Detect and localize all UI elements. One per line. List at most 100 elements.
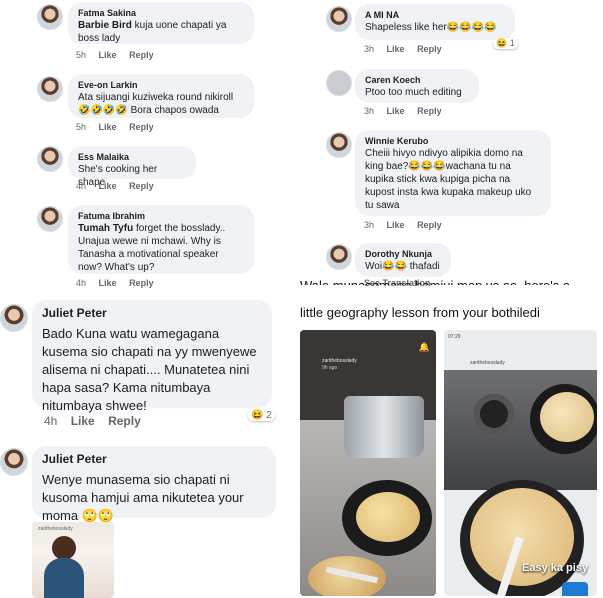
reply-link[interactable]: Reply <box>129 122 154 132</box>
comment-text: Barbie Bird kuja uone chapati ya boss la… <box>78 19 244 45</box>
comment-ess-malaika: Ess Malaika She's cooking her shape 4h L… <box>0 143 290 195</box>
avatar[interactable] <box>37 4 63 30</box>
like-link[interactable]: Like <box>99 181 117 191</box>
comment-author[interactable]: Winnie Kerubo <box>365 135 541 147</box>
story-photo-left[interactable]: zarithebosslady 9h ago 🔔 <box>300 330 436 596</box>
person-figure <box>52 536 76 560</box>
comment-bubble: Eve-on Larkin Ata sijuangi kuziweka roun… <box>68 74 254 118</box>
reply-link[interactable]: Reply <box>417 44 442 54</box>
comment-meta: 3h Like Reply <box>364 220 452 230</box>
comment-bubble: Ess Malaika She's cooking her shape <box>68 146 196 188</box>
like-link[interactable]: Like <box>387 106 405 116</box>
comment-caren-koech: Caren Koech Ptoo too much editing 3h Lik… <box>300 66 603 120</box>
comment-meta: 4h Like Reply <box>76 278 164 288</box>
comment-meta: 5h Like Reply <box>76 50 164 60</box>
comment-text: Wenye munasema sio chapati ni kusoma ham… <box>42 472 244 523</box>
avatar[interactable] <box>0 304 28 332</box>
comment-meta: 3h Like Reply <box>364 106 452 116</box>
comment-bubble: Dorothy Nkunja Woi😂😂 thafadi <box>355 243 451 277</box>
chapati-in-pan <box>356 492 420 542</box>
comment-juliet-peter-1: Juliet Peter Bado Kuna watu wamegagana k… <box>0 296 290 434</box>
mention-link[interactable]: Tumah Tyfu <box>78 223 133 234</box>
avatar[interactable] <box>37 76 63 102</box>
burner <box>474 394 514 434</box>
reaction-count-badge[interactable]: 😆 2 <box>248 410 275 421</box>
comment-bubble: Caren Koech Ptoo too much editing <box>355 69 479 103</box>
chapati-in-pan <box>540 392 594 442</box>
blue-mug <box>562 582 588 596</box>
like-link[interactable]: Like <box>71 414 95 428</box>
comment-bubble: Juliet Peter Bado Kuna watu wamegagana k… <box>32 300 272 413</box>
avatar[interactable] <box>0 448 28 476</box>
comment-author[interactable]: Juliet Peter <box>42 452 266 467</box>
comment-time: 3h <box>364 220 375 230</box>
post-caption: little geography lesson from your bothil… <box>300 305 540 320</box>
comment-author[interactable]: Caren Koech <box>365 74 469 86</box>
avatar[interactable] <box>326 132 352 158</box>
comment-author[interactable]: Fatma Sakina <box>78 7 244 19</box>
comment-text: Woi😂😂 thafadi <box>365 261 440 272</box>
thumb-username: zarithebosslady <box>38 526 73 532</box>
avatar[interactable] <box>326 70 352 96</box>
reaction-count-badge[interactable]: 😆 1 <box>493 38 518 49</box>
like-link[interactable]: Like <box>99 278 117 288</box>
comment-text: Ata sijuangi kuziweka round nikiroll 🤣🤣🤣… <box>78 92 234 116</box>
avatar[interactable] <box>326 6 352 32</box>
comment-author[interactable]: A MI NA <box>365 9 505 21</box>
comment-time: 3h <box>364 106 375 116</box>
comment-text: Tumah Tyfu forget the bosslady.. Unajua … <box>78 222 244 274</box>
story-time: 9h ago <box>322 365 338 371</box>
mention-link[interactable]: Barbie Bird <box>78 20 132 31</box>
comment-bubble: Juliet Peter Wenye munasema sio chapati … <box>32 446 276 523</box>
comment-author[interactable]: Juliet Peter <box>42 306 262 321</box>
comment-author[interactable]: Dorothy Nkunja <box>365 248 441 260</box>
right-top-comments-panel: A MI NA Shapeless like her😂😂😂😂 😆 1 3h Li… <box>300 0 603 292</box>
reply-link[interactable]: Reply <box>129 181 154 191</box>
comment-text: Shapeless like her😂😂😂😂 <box>365 22 497 33</box>
reply-link[interactable]: Reply <box>108 414 141 428</box>
story-username: zarithebosslady <box>470 360 505 366</box>
comment-author[interactable]: Ess Malaika <box>78 151 186 163</box>
comment-fatuma-ibrahim: Fatuma Ibrahim Tumah Tyfu forget the bos… <box>0 204 290 296</box>
bottom-left-comments-panel: Juliet Peter Bado Kuna watu wamegagana k… <box>0 296 290 598</box>
reply-link[interactable]: Reply <box>129 278 154 288</box>
comment-author[interactable]: Fatuma Ibrahim <box>78 210 244 222</box>
comment-a-mi-na: A MI NA Shapeless like her😂😂😂😂 😆 1 3h Li… <box>300 0 603 60</box>
comment-time: 4h <box>44 414 58 428</box>
story-thumbnail[interactable]: zarithebosslady <box>32 522 114 598</box>
comment-time: 4h <box>76 181 87 191</box>
story-time: 07:29 <box>448 334 461 340</box>
comment-text: Bado Kuna watu wamegagana kusema sio cha… <box>42 326 257 413</box>
comment-meta: 3h Like Reply <box>364 44 452 54</box>
like-link[interactable]: Like <box>387 220 405 230</box>
story-photo-right[interactable]: 07:29 zarithebosslady Easy ka pisy <box>444 330 597 596</box>
comment-juliet-peter-2: Juliet Peter Wenye munasema sio chapati … <box>0 444 290 524</box>
story-username: zarithebosslady <box>322 358 357 364</box>
like-link[interactable]: Like <box>99 50 117 60</box>
comment-author[interactable]: Eve-on Larkin <box>78 79 244 91</box>
avatar[interactable] <box>37 146 63 172</box>
reply-link[interactable]: Reply <box>129 50 154 60</box>
comment-time: 5h <box>76 122 87 132</box>
comment-time: 4h <box>76 278 87 288</box>
like-link[interactable]: Like <box>387 44 405 54</box>
reply-link[interactable]: Reply <box>417 220 442 230</box>
reply-link[interactable]: Reply <box>417 106 442 116</box>
comment-fatma-sakina: Fatma Sakina Barbie Bird kuja uone chapa… <box>0 0 290 64</box>
pot <box>344 396 424 458</box>
comment-text: Ptoo too much editing <box>365 87 462 98</box>
story-overlay-text: Easy ka pisy <box>522 562 589 574</box>
comment-bubble: Fatuma Ibrahim Tumah Tyfu forget the bos… <box>68 205 254 274</box>
comment-meta: 4h Like Reply <box>76 181 164 191</box>
like-link[interactable]: Like <box>99 122 117 132</box>
comment-winnie-kerubo: Winnie Kerubo Cheiii hivyo ndivyo alipik… <box>300 128 603 234</box>
left-top-comments-panel: Fatma Sakina Barbie Bird kuja uone chapa… <box>0 0 290 296</box>
avatar[interactable] <box>326 244 352 270</box>
comment-bubble: Winnie Kerubo Cheiii hivyo ndivyo alipik… <box>355 130 551 216</box>
comment-bubble: Fatma Sakina Barbie Bird kuja uone chapa… <box>68 2 254 44</box>
avatar[interactable] <box>37 206 63 232</box>
comment-text: Cheiii hivyo ndivyo alipikia domo na kin… <box>365 148 532 211</box>
person-body <box>44 558 84 598</box>
comment-time: 3h <box>364 44 375 54</box>
comment-eve-on-larkin: Eve-on Larkin Ata sijuangi kuziweka roun… <box>0 72 290 136</box>
